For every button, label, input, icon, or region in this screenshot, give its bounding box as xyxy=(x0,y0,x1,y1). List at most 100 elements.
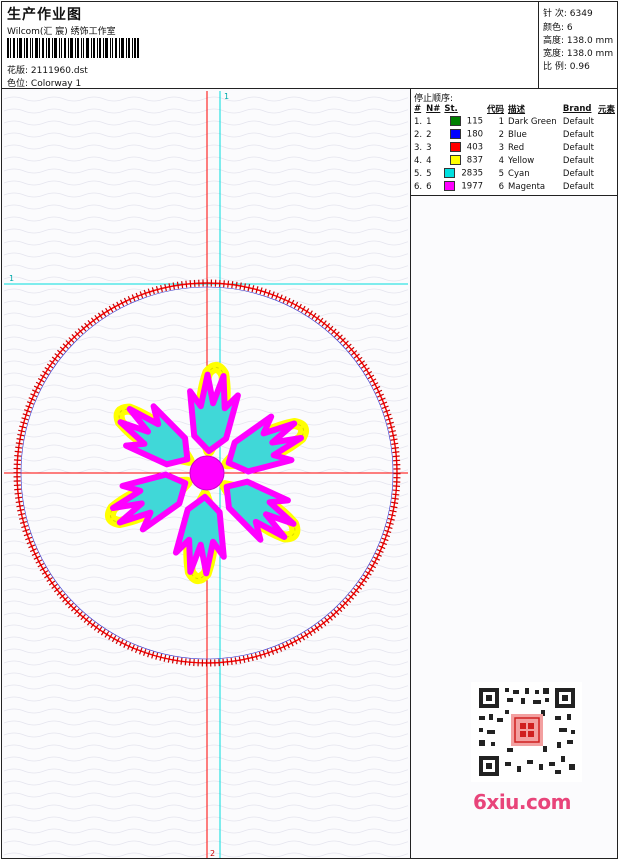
row-index: 2. xyxy=(414,129,423,140)
stat-colors: 颜色: 6 xyxy=(543,20,573,33)
color-swatch xyxy=(449,142,461,153)
row-number: 1 xyxy=(426,116,432,127)
marker-left: 1 xyxy=(9,274,14,283)
stat-height-label: 高度: xyxy=(543,36,565,46)
row-stitches-value: 2835 xyxy=(461,168,484,179)
row-index: 5. xyxy=(414,168,423,179)
design-label: 花版: xyxy=(7,66,29,76)
stat-stitches-label: 针 次: xyxy=(543,9,567,19)
table-row: 4. 4 837 4 Yellow Default xyxy=(412,154,617,167)
row-element xyxy=(596,154,617,167)
row-stitches-value: 1977 xyxy=(461,181,484,192)
row-code: 3 xyxy=(498,142,505,153)
row-description: Magenta xyxy=(508,181,546,192)
row-number: 6 xyxy=(426,181,432,192)
row-description: Cyan xyxy=(508,168,530,179)
stat-width: 宽度: 138.0 mm xyxy=(543,46,613,59)
color-swatch xyxy=(444,168,456,179)
row-brand: Default xyxy=(562,181,594,192)
table-row: 1. 1 115 1 Dark Green Default xyxy=(412,115,617,128)
row-index: 3. xyxy=(414,142,423,153)
row-description: Yellow xyxy=(508,155,535,166)
colorway-row: 色位: Colorway 1 xyxy=(7,76,81,89)
col-header-code: 代码 xyxy=(487,104,505,115)
design-file-name: 2111960.dst xyxy=(30,66,88,76)
row-element xyxy=(596,180,617,193)
row-index: 4. xyxy=(414,155,423,166)
center-circle xyxy=(189,455,225,491)
design-canvas: 1 1 2 xyxy=(4,91,408,858)
row-brand: Default xyxy=(562,168,594,179)
col-header-element: 元素 xyxy=(597,104,615,115)
row-index: 6. xyxy=(414,181,423,192)
row-description: Blue xyxy=(508,129,527,140)
stat-colors-label: 颜色: xyxy=(543,23,565,33)
row-brand: Default xyxy=(562,155,594,166)
row-number: 4 xyxy=(426,155,432,166)
colorway-name: Colorway 1 xyxy=(30,79,82,89)
row-index: 1. xyxy=(414,116,423,127)
stat-stitches: 针 次: 6349 xyxy=(543,6,593,19)
row-element xyxy=(596,167,617,180)
row-stitches-value: 403 xyxy=(466,142,484,153)
row-stitches-value: 180 xyxy=(466,129,484,140)
stat-scale-label: 比 例: xyxy=(543,62,567,72)
table-row: 6. 6 1977 6 Magenta Default xyxy=(412,180,617,193)
row-code: 2 xyxy=(498,129,505,140)
table-row: 3. 3 403 3 Red Default xyxy=(412,141,617,154)
stat-scale: 比 例: 0.96 xyxy=(543,59,590,72)
table-row: 2. 2 180 2 Blue Default xyxy=(412,128,617,141)
stat-stitches-value: 6349 xyxy=(569,9,593,19)
watermark-text: 6xiu.com xyxy=(473,790,571,814)
row-stitches: 180 xyxy=(442,128,485,141)
color-swatch xyxy=(449,116,461,127)
row-stitches: 403 xyxy=(442,141,485,154)
col-header-number: N# xyxy=(426,103,441,114)
stat-colors-value: 6 xyxy=(566,23,573,33)
page-title: 生产作业图 xyxy=(7,7,82,23)
barcode-icon xyxy=(7,38,139,58)
color-swatch xyxy=(449,155,461,166)
row-brand: Default xyxy=(562,142,594,153)
row-description: Dark Green xyxy=(508,116,557,127)
row-code: 5 xyxy=(498,168,505,179)
stop-sequence-panel: 停止顺序: # N# St. 代码 描述 Brand 元素 1. 1 115 1 Dar… xyxy=(410,89,617,196)
row-number: 5 xyxy=(426,168,432,179)
design-stats: 针 次: 6349 颜色: 6 高度: 138.0 mm 宽度: 138.0 m… xyxy=(539,2,617,89)
row-stitches: 2835 xyxy=(442,167,485,180)
row-number: 2 xyxy=(426,129,432,140)
row-element xyxy=(596,141,617,154)
header-info: 生产作业图 Wilcom(汇 宸) 绣饰工作室 花版: 2111960.dst … xyxy=(2,2,539,89)
row-brand: Default xyxy=(562,116,594,127)
row-description: Red xyxy=(508,142,525,153)
table-row: 5. 5 2835 5 Cyan Default xyxy=(412,167,617,180)
row-code: 1 xyxy=(498,116,505,127)
stat-scale-value: 0.96 xyxy=(569,62,590,72)
row-stitches: 1977 xyxy=(442,180,485,193)
color-swatch xyxy=(444,181,456,192)
row-code: 6 xyxy=(498,181,505,192)
row-stitches: 837 xyxy=(442,154,485,167)
col-header-brand: Brand xyxy=(562,103,592,114)
row-stitches: 115 xyxy=(442,115,485,128)
stop-sequence-table: # N# St. 代码 描述 Brand 元素 1. 1 115 1 Dark Gree… xyxy=(412,102,617,193)
table-header-row: # N# St. 代码 描述 Brand 元素 xyxy=(412,102,617,115)
marker-top: 1 xyxy=(224,92,229,101)
row-element xyxy=(596,115,617,128)
company-name: Wilcom(汇 宸) 绣饰工作室 xyxy=(7,27,116,37)
design-file-row: 花版: 2111960.dst xyxy=(7,63,88,76)
row-stitches-value: 837 xyxy=(466,155,484,166)
row-number: 3 xyxy=(426,142,432,153)
stat-width-value: 138.0 mm xyxy=(566,49,614,59)
stat-width-label: 宽度: xyxy=(543,49,565,59)
stat-height: 高度: 138.0 mm xyxy=(543,33,613,46)
row-stitches-value: 115 xyxy=(466,116,484,127)
stat-height-value: 138.0 mm xyxy=(566,36,614,46)
row-code: 4 xyxy=(498,155,505,166)
row-brand: Default xyxy=(562,129,594,140)
qr-code-icon xyxy=(471,682,582,782)
marker-bottom: 2 xyxy=(210,849,215,858)
col-header-stitches: St. xyxy=(444,103,458,114)
row-element xyxy=(596,128,617,141)
col-header-index: # xyxy=(414,103,422,114)
